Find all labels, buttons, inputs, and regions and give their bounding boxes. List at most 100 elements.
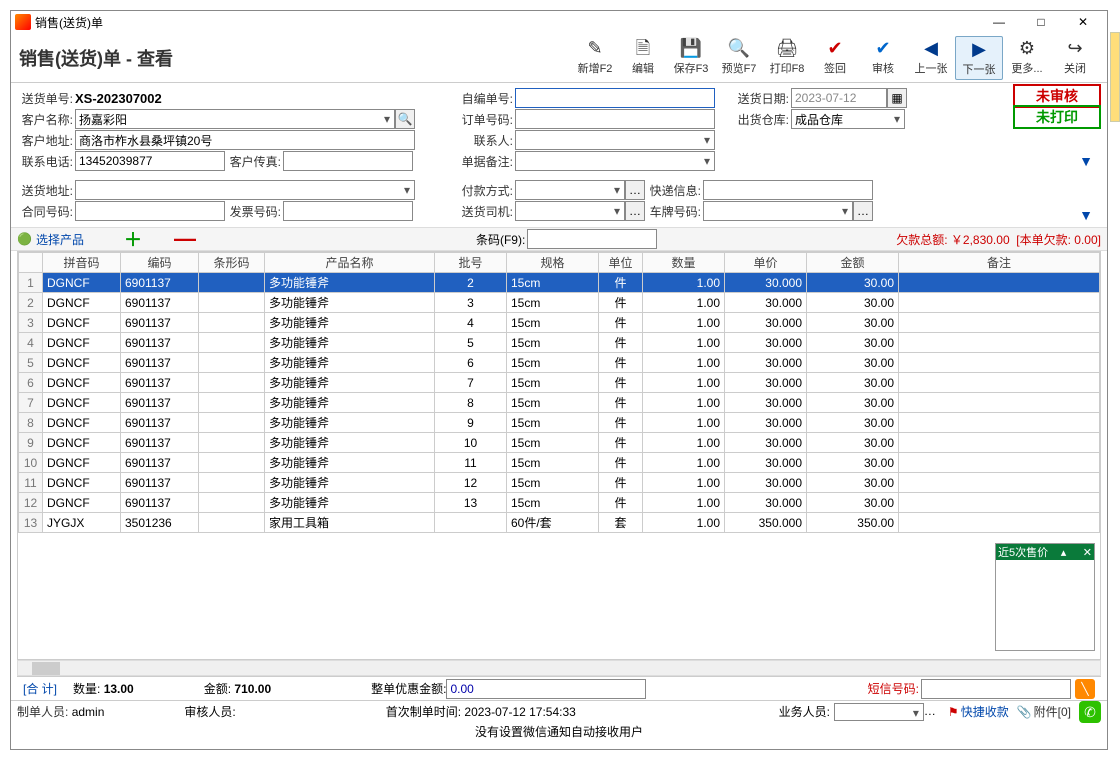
- barcode-label: 条码(F9):: [476, 231, 525, 248]
- close-doc-button[interactable]: ↪关闭: [1051, 36, 1099, 80]
- col-header[interactable]: 编码: [121, 253, 199, 273]
- sms-input[interactable]: [921, 679, 1071, 699]
- table-row[interactable]: 10DGNCF6901137多功能锤斧1115cm件1.0030.00030.0…: [19, 453, 1100, 473]
- print-button[interactable]: 🖨打印F8: [763, 36, 811, 80]
- date-picker-button[interactable]: ▦: [887, 88, 907, 108]
- remark-label: 单据备注:: [457, 153, 515, 170]
- col-header[interactable]: 数量: [643, 253, 725, 273]
- customer-name-input[interactable]: 扬嘉彩阳: [75, 109, 395, 129]
- warehouse-input[interactable]: 成品仓库: [791, 109, 905, 129]
- fax-input[interactable]: [283, 151, 413, 171]
- status-bar: 没有设置微信通知自动接收用户: [11, 722, 1107, 740]
- quickpay-button[interactable]: ⚑快捷收款: [948, 703, 1009, 720]
- delivery-no-label: 送货单号:: [17, 90, 75, 107]
- edit-icon: 🗎: [636, 38, 650, 58]
- col-header[interactable]: 金额: [807, 253, 899, 273]
- table-row[interactable]: 3DGNCF6901137多功能锤斧415cm件1.0030.00030.00: [19, 313, 1100, 333]
- table-row[interactable]: 2DGNCF6901137多功能锤斧315cm件1.0030.00030.00: [19, 293, 1100, 313]
- order-no-input[interactable]: [515, 109, 715, 129]
- recent-price-title: 近5次售价: [998, 544, 1048, 560]
- table-row[interactable]: 9DGNCF6901137多功能锤斧1015cm件1.0030.00030.00: [19, 433, 1100, 453]
- remove-row-button[interactable]: —: [174, 226, 196, 252]
- panel-close-icon[interactable]: ✕: [1083, 546, 1092, 559]
- contract-no-input[interactable]: [75, 201, 225, 221]
- driver-input[interactable]: [515, 201, 625, 221]
- customer-addr-label: 客户地址:: [17, 132, 75, 149]
- maker-label: 制单人员:: [17, 703, 68, 720]
- sms-label: 短信号码:: [868, 680, 919, 697]
- table-row[interactable]: 1DGNCF6901137多功能锤斧215cm件1.0030.00030.00: [19, 273, 1100, 293]
- customer-name-label: 客户名称:: [17, 111, 75, 128]
- col-header[interactable]: 规格: [507, 253, 599, 273]
- more-icon: ⚙: [1019, 38, 1035, 58]
- biz-select[interactable]: [834, 703, 924, 721]
- col-header[interactable]: 产品名称: [265, 253, 435, 273]
- expand-arrow-2[interactable]: ▼: [1079, 207, 1093, 223]
- maximize-button[interactable]: □: [1021, 12, 1061, 32]
- attach-button[interactable]: 📎附件[0]: [1017, 703, 1071, 720]
- close-button[interactable]: ✕: [1063, 12, 1103, 32]
- plate-more-button[interactable]: …: [853, 201, 873, 221]
- warehouse-label: 出货仓库:: [727, 111, 791, 128]
- contact-input[interactable]: [515, 130, 715, 150]
- ship-addr-input[interactable]: [75, 180, 415, 200]
- product-grid[interactable]: 拼音码编码条形码产品名称批号规格单位数量单价金额备注 1DGNCF6901137…: [17, 251, 1101, 660]
- audit-button[interactable]: ✔审核: [859, 36, 907, 80]
- col-header[interactable]: 单位: [599, 253, 643, 273]
- minimize-button[interactable]: —: [979, 12, 1019, 32]
- custom-no-label: 自编单号:: [457, 90, 515, 107]
- discount-input[interactable]: [446, 679, 646, 699]
- check-red-icon: ✔: [827, 38, 842, 58]
- driver-more-button[interactable]: …: [625, 201, 645, 221]
- grid-hscrollbar[interactable]: [17, 660, 1101, 676]
- col-header[interactable]: 拼音码: [43, 253, 121, 273]
- biz-more-button[interactable]: …: [924, 703, 936, 721]
- table-row[interactable]: 8DGNCF6901137多功能锤斧915cm件1.0030.00030.00: [19, 413, 1100, 433]
- next-button[interactable]: ▶下一张: [955, 36, 1003, 80]
- delivery-date-input[interactable]: 2023-07-12: [791, 88, 887, 108]
- invoice-no-input[interactable]: [283, 201, 413, 221]
- signin-button[interactable]: ✔签回: [811, 36, 859, 80]
- table-row[interactable]: 12DGNCF6901137多功能锤斧1315cm件1.0030.00030.0…: [19, 493, 1100, 513]
- col-header[interactable]: 单价: [725, 253, 807, 273]
- pay-method-input[interactable]: [515, 180, 625, 200]
- remark-input[interactable]: [515, 151, 715, 171]
- panel-pin-icon[interactable]: ▴: [1061, 546, 1067, 559]
- rss-icon[interactable]: ╲: [1075, 679, 1095, 699]
- col-header[interactable]: 条形码: [199, 253, 265, 273]
- table-row[interactable]: 7DGNCF6901137多功能锤斧815cm件1.0030.00030.00: [19, 393, 1100, 413]
- more-button[interactable]: ⚙更多...: [1003, 36, 1051, 80]
- customer-addr-input[interactable]: 商洛市柞水县桑坪镇20号: [75, 130, 415, 150]
- delivery-date-label: 送货日期:: [727, 90, 791, 107]
- custom-no-input[interactable]: [515, 88, 715, 108]
- table-row[interactable]: 6DGNCF6901137多功能锤斧715cm件1.0030.00030.00: [19, 373, 1100, 393]
- ship-addr-label: 送货地址:: [17, 182, 75, 199]
- pay-more-button[interactable]: …: [625, 180, 645, 200]
- contact-label: 联系人:: [457, 132, 515, 149]
- customer-lookup-button[interactable]: 🔍: [395, 109, 415, 129]
- check-blue-icon: ✔: [875, 38, 890, 58]
- table-row[interactable]: 11DGNCF6901137多功能锤斧1215cm件1.0030.00030.0…: [19, 473, 1100, 493]
- express-input[interactable]: [703, 180, 873, 200]
- plate-input[interactable]: [703, 201, 853, 221]
- select-product-button[interactable]: 🟢选择产品: [17, 231, 84, 248]
- preview-button[interactable]: 🔍预览F7: [715, 36, 763, 80]
- prev-button[interactable]: ◀上一张: [907, 36, 955, 80]
- app-icon: [15, 14, 31, 30]
- express-label: 快递信息:: [645, 182, 703, 199]
- discount-label: 整单优惠金额:: [371, 680, 446, 697]
- edit-button[interactable]: 🗎编辑: [619, 36, 667, 80]
- barcode-input[interactable]: [527, 229, 657, 249]
- preview-icon: 🔍: [728, 38, 750, 58]
- table-row[interactable]: 13JYGJX3501236家用工具箱60件/套套1.00350.000350.…: [19, 513, 1100, 533]
- wechat-icon[interactable]: ✆: [1079, 701, 1101, 723]
- add-row-button[interactable]: ＋: [124, 226, 142, 252]
- expand-arrow-1[interactable]: ▼: [1079, 153, 1093, 169]
- col-header[interactable]: 备注: [899, 253, 1100, 273]
- phone-input[interactable]: 13452039877: [75, 151, 225, 171]
- table-row[interactable]: 5DGNCF6901137多功能锤斧615cm件1.0030.00030.00: [19, 353, 1100, 373]
- col-header[interactable]: 批号: [435, 253, 507, 273]
- new-button[interactable]: ✎新增F2: [571, 36, 619, 80]
- table-row[interactable]: 4DGNCF6901137多功能锤斧515cm件1.0030.00030.00: [19, 333, 1100, 353]
- save-button[interactable]: 💾保存F3: [667, 36, 715, 80]
